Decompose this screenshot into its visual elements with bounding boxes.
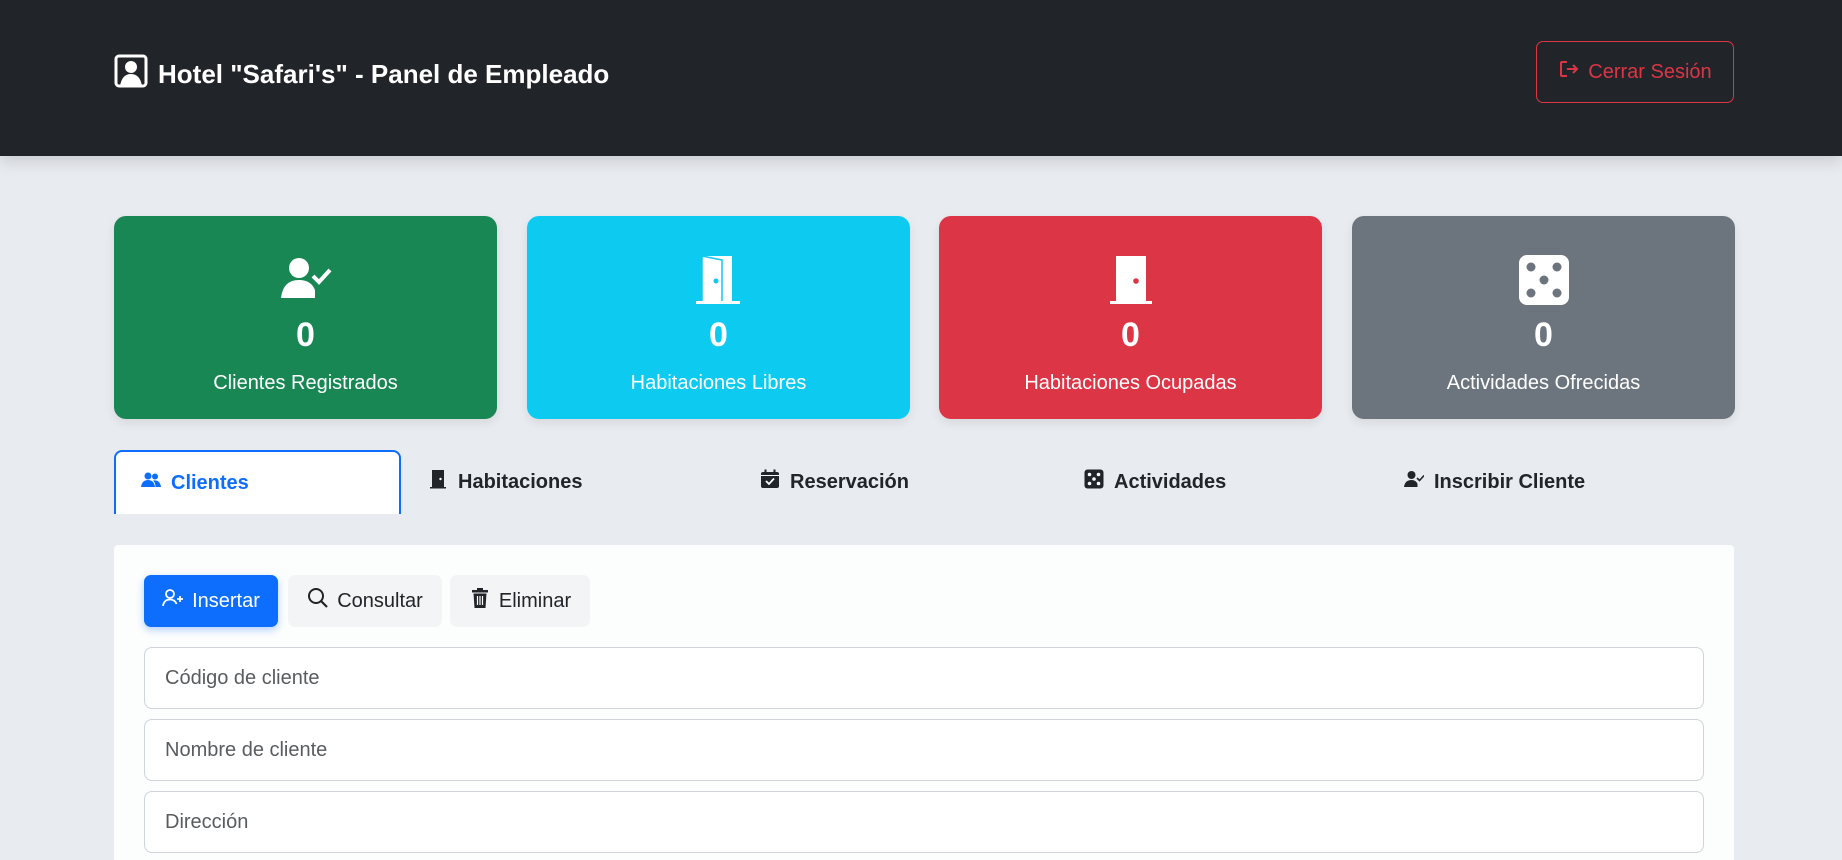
person-badge-icon bbox=[114, 54, 148, 95]
user-check-icon bbox=[1404, 469, 1425, 495]
clients-label: Clientes Registrados bbox=[213, 372, 398, 394]
main-tabs: Clientes Habitaciones Reservación Activi… bbox=[114, 450, 1734, 514]
users-icon bbox=[141, 470, 161, 496]
delete-button[interactable]: Eliminar bbox=[450, 575, 590, 627]
tab-label: Clientes bbox=[171, 471, 249, 494]
occupied-rooms-count: 0 bbox=[1121, 316, 1140, 354]
tab-label: Actividades bbox=[1114, 470, 1227, 493]
calendar-check-icon bbox=[760, 469, 780, 495]
free-rooms-label: Habitaciones Libres bbox=[630, 372, 807, 394]
tab-label: Habitaciones bbox=[458, 470, 583, 493]
consult-label: Consultar bbox=[337, 589, 423, 612]
tab-clientes[interactable]: Clientes bbox=[114, 450, 401, 514]
insert-button[interactable]: Insertar bbox=[144, 575, 278, 627]
door-closed-icon bbox=[939, 254, 1322, 306]
page-title: Hotel "Safari's" - Panel de Empleado bbox=[158, 58, 610, 89]
tab-actividades[interactable]: Actividades bbox=[1084, 450, 1226, 514]
logout-label: Cerrar Sesión bbox=[1588, 60, 1712, 83]
client-name-field[interactable] bbox=[144, 719, 1704, 781]
dice-icon bbox=[1084, 469, 1104, 495]
tab-label: Inscribir Cliente bbox=[1434, 470, 1586, 493]
logout-icon bbox=[1558, 58, 1580, 86]
consult-button[interactable]: Consultar bbox=[288, 575, 442, 627]
activities-count: 0 bbox=[1534, 316, 1553, 354]
clients-count: 0 bbox=[296, 316, 315, 354]
dice-icon bbox=[1352, 254, 1735, 306]
search-icon bbox=[307, 587, 329, 615]
stat-card-free-rooms: 0 Habitaciones Libres bbox=[527, 216, 910, 419]
tab-inscribir-cliente[interactable]: Inscribir Cliente bbox=[1404, 450, 1585, 514]
user-plus-icon bbox=[162, 587, 184, 615]
client-code-field[interactable] bbox=[144, 647, 1704, 709]
address-field[interactable] bbox=[144, 791, 1704, 853]
tab-habitaciones[interactable]: Habitaciones bbox=[428, 450, 582, 514]
door-icon bbox=[428, 469, 448, 495]
top-navbar: Hotel "Safari's" - Panel de Empleado Cer… bbox=[0, 0, 1842, 156]
stat-card-clients: 0 Clientes Registrados bbox=[114, 216, 497, 419]
door-open-icon bbox=[527, 254, 910, 306]
occupied-rooms-label: Habitaciones Ocupadas bbox=[1024, 372, 1237, 394]
stat-card-activities: 0 Actividades Ofrecidas bbox=[1352, 216, 1735, 419]
stat-card-occupied-rooms: 0 Habitaciones Ocupadas bbox=[939, 216, 1322, 419]
tab-reservacion[interactable]: Reservación bbox=[760, 450, 909, 514]
delete-label: Eliminar bbox=[498, 589, 572, 612]
tab-label: Reservación bbox=[790, 470, 909, 493]
insert-label: Insertar bbox=[192, 589, 260, 612]
clients-panel: Insertar Consultar Eliminar bbox=[114, 545, 1734, 860]
activities-label: Actividades Ofrecidas bbox=[1446, 372, 1641, 394]
trash-icon bbox=[469, 587, 491, 615]
user-check-icon bbox=[114, 254, 497, 306]
free-rooms-count: 0 bbox=[709, 316, 728, 354]
brand: Hotel "Safari's" - Panel de Empleado bbox=[114, 54, 610, 95]
logout-button[interactable]: Cerrar Sesión bbox=[1536, 41, 1734, 103]
